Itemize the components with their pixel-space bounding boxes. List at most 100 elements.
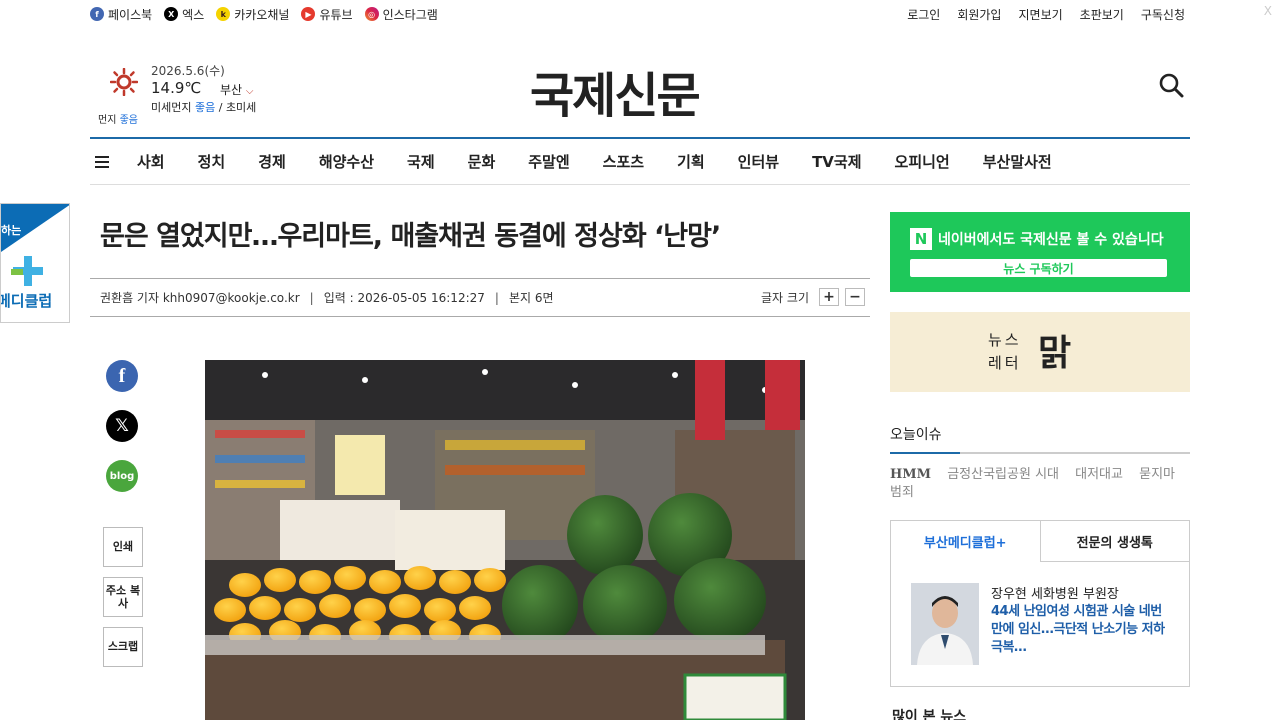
facebook-icon: f — [106, 360, 138, 392]
nav-item-weekend[interactable]: 주말엔 — [528, 151, 569, 172]
subscribe-link[interactable]: 구독신청 — [1141, 6, 1185, 23]
medi-tabs: 부산메디클럽+ 전문의 생생톡 — [891, 521, 1189, 562]
today-issues: 오늘이슈 HMM 금정산국립공원 시대 대저대교 묻지마 범죄 — [890, 424, 1190, 502]
banner-text: 하는 — [1, 224, 22, 237]
banner-title: 메디클럽 — [0, 292, 53, 310]
popular-news-title: 많이 본 뉴스 — [892, 709, 967, 720]
divider: | — [494, 290, 499, 305]
reporter: 권환흠 기자 khh0907@kookje.co.kr — [100, 291, 300, 305]
input-time: 입력 : 2026-05-05 16:12:27 — [323, 291, 485, 305]
fine-dust-status: 먼지 좋음 — [98, 111, 138, 126]
social-youtube[interactable]: ▶ 유튜브 — [301, 6, 353, 23]
keyword-list: HMM 금정산국립공원 시대 대저대교 묻지마 범죄 — [890, 466, 1190, 502]
medi-logo-icon — [11, 256, 43, 286]
print-button[interactable]: 인쇄 — [103, 527, 143, 567]
naver-subscribe-banner[interactable]: N 네이버에서도 국제신문 볼 수 있습니다 뉴스 구독하기 — [890, 212, 1190, 292]
main-nav: 사회 정치 경제 해양수산 국제 문화 주말엔 스포츠 기획 인터뷰 TV국제 … — [90, 137, 1190, 185]
first-edition-link[interactable]: 초판보기 — [1080, 6, 1124, 23]
signup-link[interactable]: 회원가입 — [957, 6, 1001, 23]
nav-item-marine[interactable]: 해양수산 — [319, 151, 374, 172]
today-issues-title: 오늘이슈 — [890, 424, 1190, 454]
article-title: 문은 열었지만…우리마트, 매출채권 동결에 정상화 ‘난망’ — [100, 221, 721, 252]
kakao-icon: k — [216, 7, 231, 21]
social-label: 엑스 — [182, 7, 205, 22]
social-links: f 페이스북 X 엑스 k 카카오채널 ▶ 유튜브 ◎ 인스타그램 — [90, 6, 438, 23]
paper-view-link[interactable]: 지면보기 — [1018, 6, 1062, 23]
menu-icon[interactable] — [95, 155, 109, 168]
font-minus-button[interactable]: − — [845, 288, 865, 306]
x-icon: 𝕏 — [106, 410, 138, 442]
keyword-link[interactable]: HMM — [890, 467, 931, 482]
search-icon[interactable] — [1158, 72, 1184, 98]
keyword-link[interactable]: 대저대교 — [1075, 467, 1123, 482]
newsletter-logo: 맑 — [1038, 333, 1072, 374]
nav-item-features[interactable]: 기획 — [677, 151, 705, 172]
blog-icon: blog — [106, 460, 138, 492]
header: 2026.5.6(수) 14.9℃ 부산 ⌵ 미세먼지 좋음 / 초미세 국제신… — [90, 50, 1190, 136]
nav-item-society[interactable]: 사회 — [137, 151, 165, 172]
tab-medi-club[interactable]: 부산메디클럽+ — [891, 521, 1040, 562]
weather-date: 2026.5.6(수) — [151, 64, 225, 78]
x-icon: X — [164, 7, 179, 21]
chevron-down-icon: ⌵ — [245, 86, 254, 97]
nav-item-dialect[interactable]: 부산말사전 — [983, 151, 1052, 172]
font-size-control: 글자 크기 + − — [761, 288, 865, 306]
nav-item-politics[interactable]: 정치 — [198, 151, 226, 172]
sun-icon — [110, 68, 138, 96]
nav-item-sports[interactable]: 스포츠 — [603, 151, 644, 172]
social-x[interactable]: X 엑스 — [164, 6, 204, 23]
share-facebook[interactable]: f — [106, 360, 138, 392]
site-logo[interactable]: 국제신문 — [530, 56, 701, 126]
copy-url-button[interactable]: 주소 복사 — [103, 577, 143, 617]
city-selector[interactable]: 부산 ⌵ — [220, 81, 254, 98]
naver-subscribe-button[interactable]: 뉴스 구독하기 — [910, 259, 1167, 277]
nav-item-tv[interactable]: TV국제 — [812, 151, 861, 172]
medi-club-banner[interactable]: 하는 메디클럽 — [0, 203, 70, 323]
scrap-button[interactable]: 스크랩 — [103, 627, 143, 667]
city-label: 부산 — [220, 83, 243, 97]
dust-value: 좋음 — [194, 101, 216, 114]
tab-doctor-talk[interactable]: 전문의 생생톡 — [1039, 521, 1189, 562]
social-label: 유튜브 — [319, 7, 353, 22]
divider: | — [309, 290, 314, 305]
youtube-icon: ▶ — [301, 7, 316, 21]
keyword-link[interactable]: 금정산국립공원 시대 — [947, 467, 1059, 482]
font-size-label: 글자 크기 — [761, 290, 809, 305]
naver-icon: N — [910, 228, 932, 250]
nav-item-economy[interactable]: 경제 — [258, 151, 286, 172]
page-info: 본지 6면 — [508, 291, 554, 305]
nav-item-opinion[interactable]: 오피니언 — [895, 151, 950, 172]
share-x[interactable]: 𝕏 — [106, 410, 138, 442]
doctor-headline[interactable]: 44세 난임여성 시험관 시술 네번 만에 임신…극단적 난소기능 저하 극복… — [991, 603, 1173, 658]
nav-item-international[interactable]: 국제 — [407, 151, 435, 172]
close-ad-button[interactable]: X — [1264, 4, 1272, 18]
social-kakao[interactable]: k 카카오채널 — [216, 6, 289, 23]
social-instagram[interactable]: ◎ 인스타그램 — [364, 6, 438, 23]
nav-item-interview[interactable]: 인터뷰 — [738, 151, 779, 172]
social-facebook[interactable]: f 페이스북 — [90, 6, 152, 23]
facebook-icon: f — [90, 7, 104, 21]
newsletter-banner[interactable]: 뉴스 레터 맑 — [890, 312, 1190, 392]
nav-item-culture[interactable]: 문화 — [468, 151, 496, 172]
dust-status: 미세먼지 좋음 / 초미세 — [151, 101, 257, 114]
dust2-label: 먼지 — [98, 115, 117, 126]
login-link[interactable]: 로그인 — [907, 6, 940, 23]
fine-dust-label: 초미세 — [225, 101, 257, 114]
social-label: 인스타그램 — [382, 7, 438, 22]
medi-club-box: 부산메디클럽+ 전문의 생생톡 장우현 세화병원 부원장 44세 난임여성 시험… — [890, 520, 1190, 687]
dust2-value: 좋음 — [119, 115, 138, 126]
account-links: 로그인 회원가입 지면보기 초판보기 구독신청 — [907, 6, 1185, 23]
font-plus-button[interactable]: + — [819, 288, 839, 306]
doctor-name: 장우현 세화병원 부원장 — [991, 587, 1119, 602]
naver-text: 네이버에서도 국제신문 볼 수 있습니다 — [938, 232, 1164, 248]
article-meta: 권환흠 기자 khh0907@kookje.co.kr | 입력 : 2026-… — [90, 278, 870, 317]
social-label: 페이스북 — [108, 7, 153, 22]
weather-temp: 14.9℃ — [151, 79, 202, 97]
newsletter-label: 뉴스 레터 — [988, 331, 1022, 372]
doctor-photo — [911, 583, 979, 665]
article-photo — [205, 360, 805, 720]
social-label: 카카오채널 — [234, 7, 290, 22]
dust-label: 미세먼지 — [151, 101, 192, 114]
share-blog[interactable]: blog — [106, 460, 138, 492]
top-bar: f 페이스북 X 엑스 k 카카오채널 ▶ 유튜브 ◎ 인스타그램 로그인 회원가입 지면… — [90, 0, 1190, 28]
